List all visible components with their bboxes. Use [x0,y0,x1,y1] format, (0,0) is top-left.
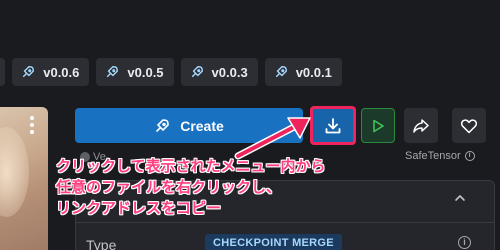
version-chip[interactable]: v0.0.3 [180,58,258,86]
file-format-label: SafeTensor i [405,150,475,162]
preview-highlight [0,127,29,217]
type-label: Type [86,237,117,250]
info-icon[interactable]: i [458,236,471,249]
download-icon [325,117,341,133]
info-icon[interactable]: i [464,151,475,161]
version-label: v0.0.1 [295,64,332,80]
share-button[interactable] [404,108,438,143]
file-format-text: SafeTensor [405,150,461,162]
chevron-up-icon[interactable] [454,192,466,204]
rocket-icon [275,66,287,78]
version-chip[interactable]: 3 [0,58,6,86]
annotation-line: リンクアドレスをコピー [56,200,222,217]
rocket-icon [107,66,119,78]
heart-icon [460,118,478,133]
version-label: v0.0.5 [127,64,164,80]
version-chip[interactable]: v0.0.5 [96,58,174,86]
annotation-line: 任意のファイルを右クリックし、 [56,179,282,196]
share-icon [413,118,429,133]
type-badge: CHECKPOINT MERGE [205,234,342,250]
model-page: 3 v0.0.6 v0.0.5 v0.0.3 v0.0.1 Create [0,0,500,250]
run-button[interactable] [361,108,395,143]
rocket-icon [156,118,170,132]
version-chip[interactable]: v0.0.1 [264,58,342,86]
divider [75,222,495,223]
more-options-icon[interactable] [30,116,34,134]
play-icon [373,119,384,132]
annotation-text: クリックして表示されたメニュー内から 任意のファイルを右クリックし、 リンクアド… [56,156,326,219]
version-chips: 3 v0.0.6 v0.0.5 v0.0.3 v0.0.1 [0,58,342,86]
version-chip[interactable]: v0.0.6 [12,58,90,86]
rocket-icon [191,66,203,78]
rocket-icon [23,66,35,78]
annotation-arrow-icon [234,117,311,160]
annotation-line: クリックして表示されたメニュー内から [56,158,326,175]
model-preview-image[interactable] [0,107,48,250]
version-label: v0.0.6 [43,64,80,80]
create-button-label: Create [180,117,224,134]
version-label: v0.0.3 [211,64,248,80]
favorite-button[interactable] [452,108,486,143]
